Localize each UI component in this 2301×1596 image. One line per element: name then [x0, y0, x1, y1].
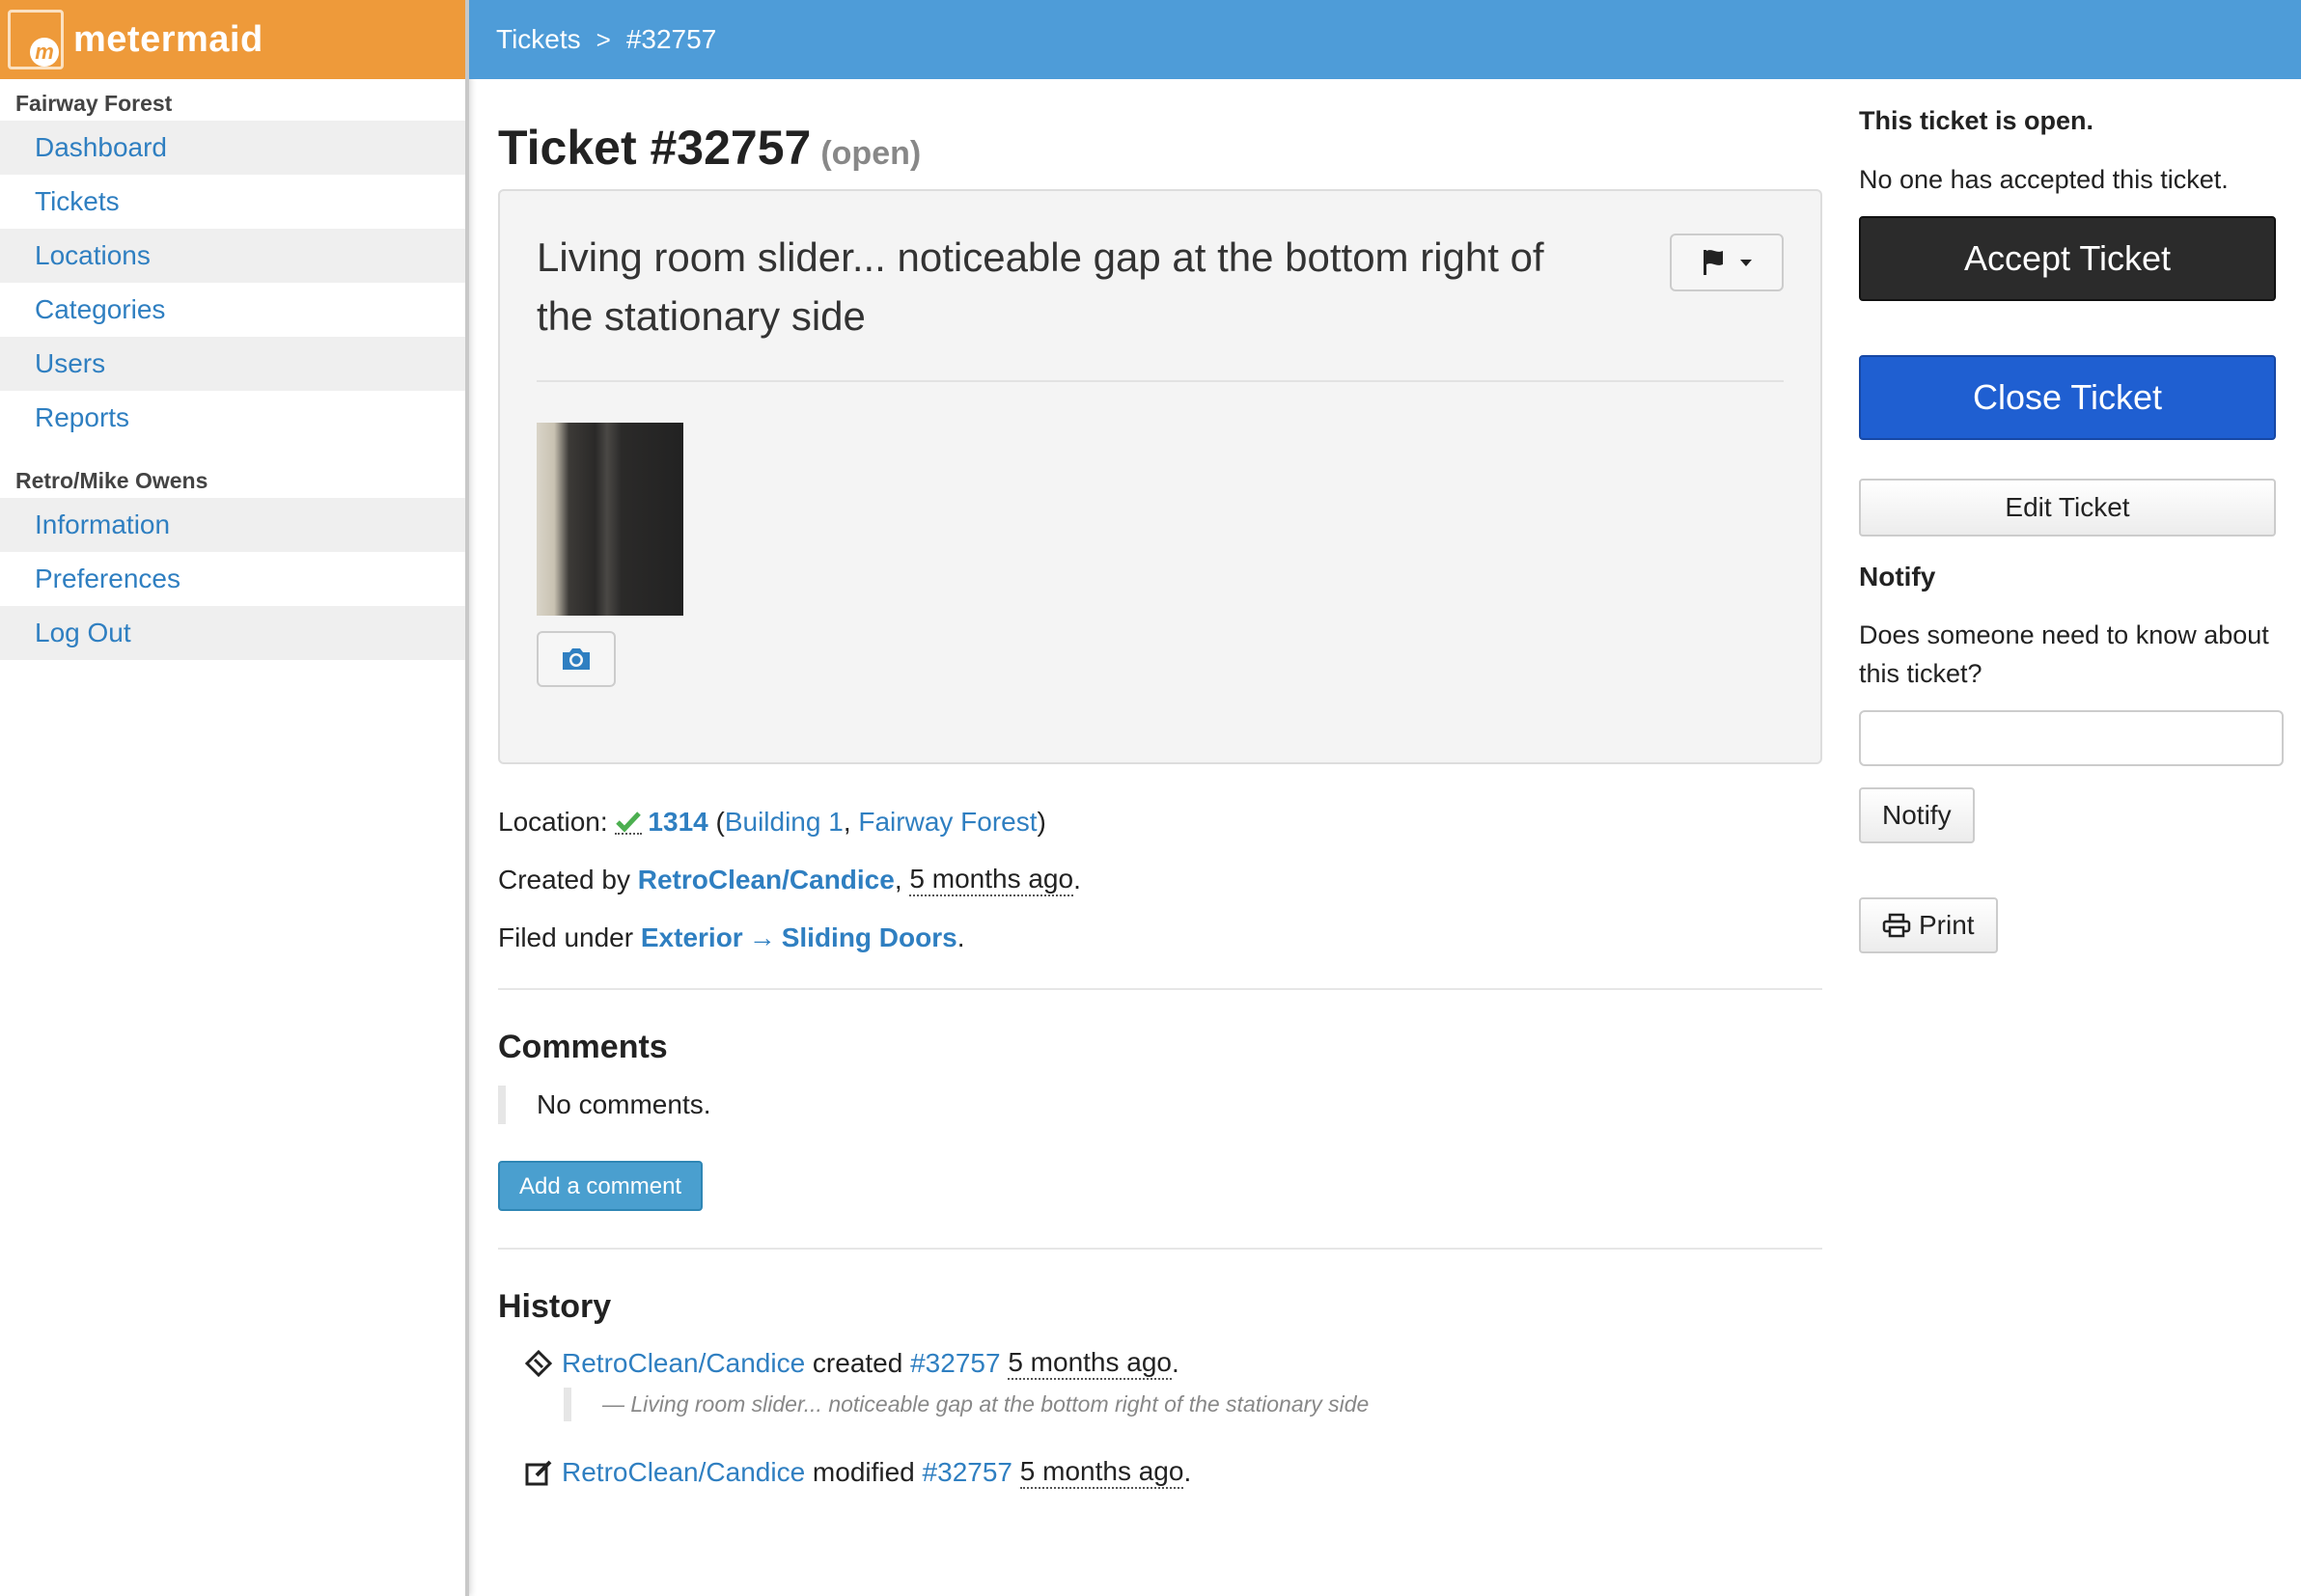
history-ticket-link[interactable]: #32757	[910, 1348, 1000, 1379]
notify-heading: Notify	[1859, 562, 1936, 592]
divider	[498, 988, 1822, 990]
logo-letter: m	[30, 38, 59, 67]
main-content: Ticket #32757 (open) Living room slider.…	[498, 79, 1824, 1489]
ticket-description: Living room slider... noticeable gap at …	[537, 234, 1544, 339]
brand[interactable]: m metermaid	[0, 0, 465, 79]
ticket-open-status: This ticket is open.	[1859, 106, 2094, 135]
camera-icon	[563, 648, 590, 670]
sidebar-item-tickets[interactable]: Tickets	[0, 175, 465, 229]
divider	[498, 1248, 1822, 1250]
sidebar-item-reports[interactable]: Reports	[0, 391, 465, 445]
created-by-label: Created by	[498, 865, 630, 894]
history-user-link[interactable]: RetroClean/Candice	[562, 1348, 805, 1379]
category-row: Filed under Exterior → Sliding Doors.	[498, 922, 965, 953]
print-icon	[1882, 913, 1911, 938]
flag-dropdown-button[interactable]	[1670, 234, 1784, 291]
sidebar-section-title: Retro/Mike Owens	[15, 468, 208, 493]
breadcrumb-current: #32757	[625, 24, 717, 54]
close-ticket-button[interactable]: Close Ticket	[1859, 355, 2276, 440]
no-comments-text: No comments.	[498, 1086, 1824, 1124]
creator-link[interactable]: RetroClean/Candice	[638, 865, 895, 895]
category-parent-link[interactable]: Exterior	[641, 922, 743, 953]
sidebar-section-title: Fairway Forest	[15, 91, 173, 116]
history-item: RetroClean/Candice created #32757 5 mont…	[525, 1347, 1824, 1380]
history-ticket-link[interactable]: #32757	[923, 1457, 1012, 1488]
accept-ticket-button[interactable]: Accept Ticket	[1859, 216, 2276, 301]
history-heading: History	[498, 1288, 612, 1325]
flag-icon	[1704, 250, 1723, 275]
add-photo-button[interactable]	[537, 631, 616, 687]
notify-question: Does someone need to know about this tic…	[1859, 620, 2269, 688]
ticket-panel: Living room slider... noticeable gap at …	[498, 189, 1822, 764]
created-row: Created by RetroClean/Candice, 5 months …	[498, 864, 1081, 896]
history-user-link[interactable]: RetroClean/Candice	[562, 1457, 805, 1488]
caret-down-icon	[1740, 260, 1752, 266]
sidebar-item-information[interactable]: Information	[0, 498, 465, 552]
created-time: 5 months ago	[909, 864, 1074, 896]
location-label: Location:	[498, 807, 608, 837]
notify-input[interactable]	[1859, 710, 2284, 766]
logo-icon: m	[8, 10, 64, 69]
print-button[interactable]: Print	[1859, 897, 1998, 953]
location-row: Location: 1314 (Building 1, Fairway Fore…	[498, 807, 1046, 838]
page-title: Ticket #32757 (open)	[498, 120, 1824, 176]
comments-heading: Comments	[498, 1029, 668, 1065]
building-link[interactable]: Building 1	[725, 807, 844, 838]
sidebar-item-users[interactable]: Users	[0, 337, 465, 391]
filed-under-label: Filed under	[498, 922, 634, 952]
ticket-icon	[525, 1350, 558, 1377]
comments-section: Comments No comments. Add a comment	[498, 1029, 1824, 1211]
sidebar-item-preferences[interactable]: Preferences	[0, 552, 465, 606]
breadcrumb-tickets[interactable]: Tickets	[496, 24, 581, 55]
edit-ticket-button[interactable]: Edit Ticket	[1859, 479, 2276, 537]
history-action: modified	[812, 1457, 915, 1487]
site-link[interactable]: Fairway Forest	[858, 807, 1037, 838]
sidebar-item-dashboard[interactable]: Dashboard	[0, 121, 465, 175]
ticket-meta: Location: 1314 (Building 1, Fairway Fore…	[498, 793, 1824, 967]
history-quote: — Living room slider... noticeable gap a…	[564, 1388, 1824, 1421]
sidebar-item-categories[interactable]: Categories	[0, 283, 465, 337]
brand-name: metermaid	[73, 18, 263, 60]
notify-button[interactable]: Notify	[1859, 787, 1975, 843]
location-unit-link[interactable]: 1314	[648, 807, 707, 838]
history-section: History RetroClean/Candice created #3275…	[498, 1288, 1824, 1489]
check-icon	[615, 810, 643, 835]
ticket-photo[interactable]	[537, 423, 683, 616]
sidebar-item-logout[interactable]: Log Out	[0, 606, 465, 660]
add-comment-button[interactable]: Add a comment	[498, 1161, 704, 1211]
edit-icon	[525, 1459, 558, 1486]
sidebar-item-locations[interactable]: Locations	[0, 229, 465, 283]
breadcrumb-separator: >	[596, 24, 611, 54]
history-action: created	[812, 1348, 903, 1378]
history-time: 5 months ago	[1019, 1456, 1184, 1489]
history-item: RetroClean/Candice modified #32757 5 mon…	[525, 1456, 1824, 1489]
divider	[537, 380, 1784, 382]
sidebar: m metermaid Fairway Forest Dashboard Tic…	[0, 0, 469, 1596]
ticket-title: Ticket #32757	[498, 121, 812, 175]
history-time: 5 months ago	[1008, 1347, 1172, 1380]
ticket-actions: This ticket is open. No one has accepted…	[1859, 106, 2284, 953]
accept-info: No one has accepted this ticket.	[1859, 165, 2229, 194]
ticket-status: (open)	[820, 135, 922, 172]
category-child-link[interactable]: Sliding Doors	[782, 922, 957, 953]
arrow-icon: →	[748, 922, 776, 952]
breadcrumb: Tickets > #32757	[469, 0, 2301, 79]
print-label: Print	[1919, 910, 1975, 940]
